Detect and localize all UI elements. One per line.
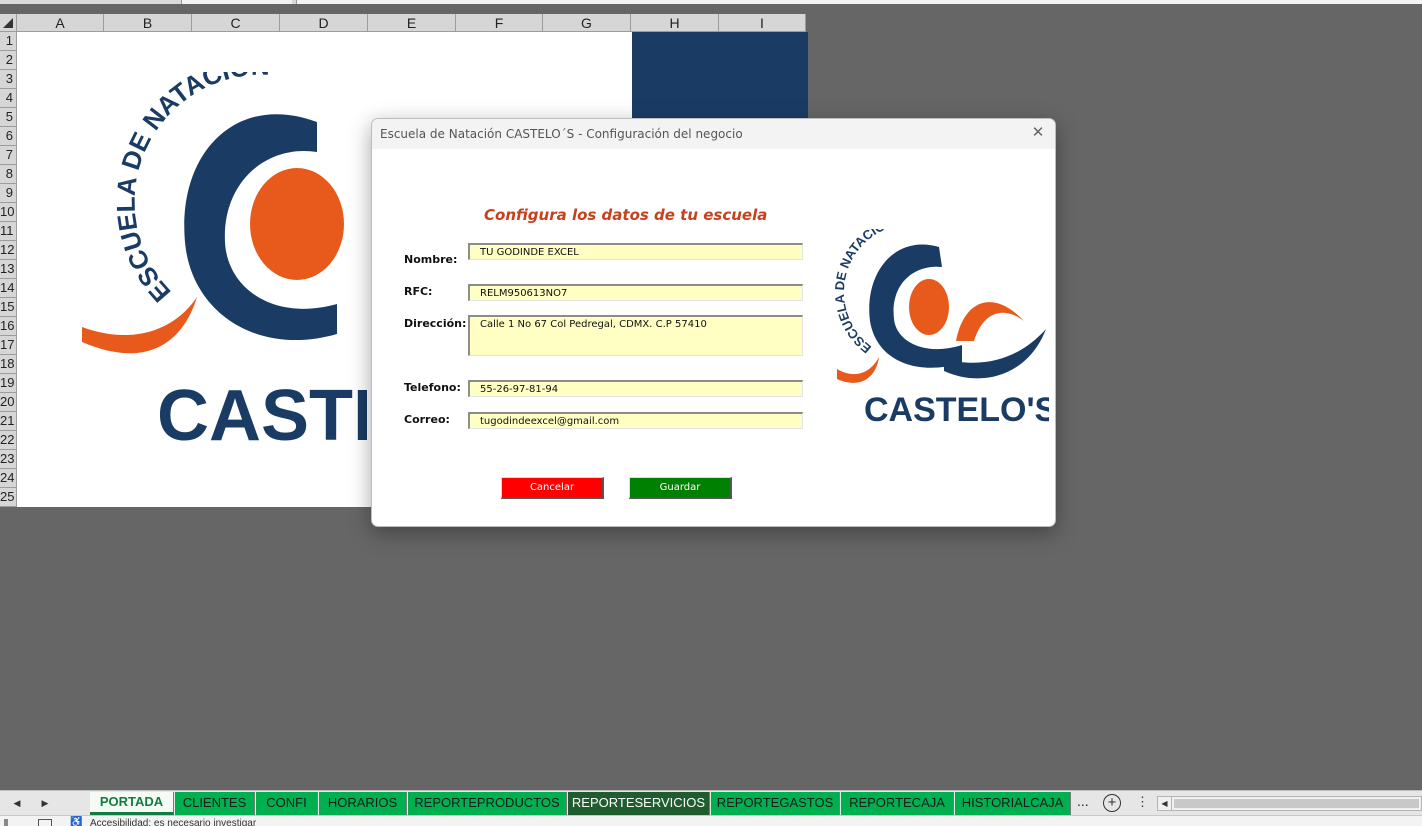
row-header[interactable]: 3 xyxy=(0,70,17,89)
row-header[interactable]: 20 xyxy=(0,393,17,412)
row-header[interactable]: 25 xyxy=(0,488,17,507)
more-options-icon[interactable]: ... xyxy=(1077,793,1089,809)
castelos-logo-dialog: ESCUELA DE NATACIÓN CASTELO'S xyxy=(834,229,1049,429)
direccion-input[interactable]: Calle 1 No 67 Col Pedregal, CDMX. C.P 57… xyxy=(468,315,803,356)
column-header[interactable]: I xyxy=(719,14,806,32)
column-header[interactable]: G xyxy=(543,14,631,32)
sheet-tabs-bar: ◀ ▶ PORTADA CLIENTES CONFI HORARIOS REPORTEP… xyxy=(0,790,1422,815)
next-sheet-arrow-icon[interactable]: ▶ xyxy=(38,795,52,811)
row-headers: 1 2 3 4 5 6 7 8 9 10 11 12 13 14 15 16 17 18 19 20 21 22 23 24 2… xyxy=(0,32,17,507)
scroll-left-icon[interactable]: ◀ xyxy=(1158,797,1172,810)
ribbon-segment xyxy=(181,0,292,4)
sheet-tab[interactable]: REPORTECAJA xyxy=(841,792,954,815)
select-all-triangle-icon xyxy=(3,18,13,28)
close-icon[interactable]: ✕ xyxy=(1029,124,1047,142)
column-header[interactable]: D xyxy=(280,14,368,32)
column-header[interactable]: C xyxy=(192,14,280,32)
form-heading: Configura los datos de tu escuela xyxy=(484,206,768,224)
row-header[interactable]: 12 xyxy=(0,241,17,260)
cancel-button[interactable]: Cancelar xyxy=(501,477,604,499)
dialog-title: Escuela de Natación CASTELO´S - Configur… xyxy=(380,127,743,141)
prev-sheet-arrow-icon[interactable]: ◀ xyxy=(10,795,24,811)
column-headers: ABCDEFGHI xyxy=(17,14,806,32)
row-header[interactable]: 1 xyxy=(0,32,17,51)
column-header[interactable]: B xyxy=(104,14,192,32)
row-header[interactable]: 6 xyxy=(0,127,17,146)
sheet-tab[interactable]: CONFI xyxy=(256,792,318,815)
scroll-thumb[interactable] xyxy=(1174,799,1419,808)
horizontal-scrollbar[interactable]: ◀ xyxy=(1157,796,1422,811)
sheet-tab[interactable]: REPORTESERVICIOS xyxy=(568,792,710,815)
status-bar: ♿ Accesibilidad: es necesario investigar xyxy=(0,815,1422,826)
row-header[interactable]: 2 xyxy=(0,51,17,70)
row-header[interactable]: 22 xyxy=(0,431,17,450)
row-header[interactable]: 23 xyxy=(0,450,17,469)
rfc-label: RFC: xyxy=(404,285,433,298)
castelos-logo-large: ESCUELA DE NATACIÓN CASTELO'S xyxy=(82,72,367,452)
sheet-tab[interactable]: HORARIOS xyxy=(319,792,407,815)
dialog-logo-name-text: CASTELO'S xyxy=(864,391,1049,429)
row-header[interactable]: 18 xyxy=(0,355,17,374)
kebab-menu-icon[interactable]: ⋮ xyxy=(1136,794,1149,810)
status-indicator xyxy=(4,819,8,826)
direccion-label: Dirección: xyxy=(404,317,467,330)
column-header[interactable]: E xyxy=(368,14,456,32)
row-header[interactable]: 9 xyxy=(0,184,17,203)
row-header[interactable]: 4 xyxy=(0,89,17,108)
sheet-tab[interactable]: REPORTEGASTOS xyxy=(711,792,840,815)
config-dialog: Escuela de Natación CASTELO´S - Configur… xyxy=(371,118,1056,527)
row-header[interactable]: 14 xyxy=(0,279,17,298)
row-header[interactable]: 11 xyxy=(0,222,17,241)
correo-label: Correo: xyxy=(404,413,450,426)
save-button[interactable]: Guardar xyxy=(629,477,732,499)
column-header[interactable]: F xyxy=(456,14,543,32)
sheet-tab[interactable]: PORTADA xyxy=(90,792,174,815)
row-header[interactable]: 15 xyxy=(0,298,17,317)
row-header[interactable]: 13 xyxy=(0,260,17,279)
column-header[interactable]: H xyxy=(631,14,719,32)
select-all-corner[interactable] xyxy=(0,14,17,32)
logo-name-text: CASTELO'S xyxy=(157,376,367,452)
column-header[interactable]: A xyxy=(17,14,104,32)
dialog-titlebar: Escuela de Natación CASTELO´S - Configur… xyxy=(372,119,1055,149)
row-header[interactable]: 24 xyxy=(0,469,17,488)
row-header[interactable]: 10 xyxy=(0,203,17,222)
sheet-tab[interactable]: HISTORIALCAJA xyxy=(955,792,1071,815)
sheet-tab[interactable]: REPORTEPRODUCTOS xyxy=(408,792,567,815)
sheet-tab[interactable]: CLIENTES xyxy=(175,792,255,815)
accessibility-icon[interactable]: ♿ xyxy=(70,817,82,826)
row-header[interactable]: 7 xyxy=(0,146,17,165)
telefono-input[interactable]: 55-26-97-81-94 xyxy=(468,380,803,397)
row-header[interactable]: 19 xyxy=(0,374,17,393)
row-header[interactable]: 5 xyxy=(0,108,17,127)
sheet-view-icon[interactable] xyxy=(38,819,52,826)
telefono-label: Telefono: xyxy=(404,381,461,394)
row-header[interactable]: 8 xyxy=(0,165,17,184)
row-header[interactable]: 21 xyxy=(0,412,17,431)
ribbon-segment xyxy=(296,0,1422,4)
nombre-input[interactable]: TU GODINDE EXCEL xyxy=(468,243,803,260)
correo-input[interactable]: tugodindeexcel@gmail.com xyxy=(468,412,803,429)
row-header[interactable]: 16 xyxy=(0,317,17,336)
add-sheet-icon[interactable]: + xyxy=(1103,794,1121,812)
rfc-input[interactable]: RELM950613NO7 xyxy=(468,284,803,301)
ribbon-bottom-strip xyxy=(0,0,1422,4)
nombre-label: Nombre: xyxy=(404,253,458,266)
row-header[interactable]: 17 xyxy=(0,336,17,355)
accessibility-status[interactable]: Accesibilidad: es necesario investigar xyxy=(90,818,256,826)
